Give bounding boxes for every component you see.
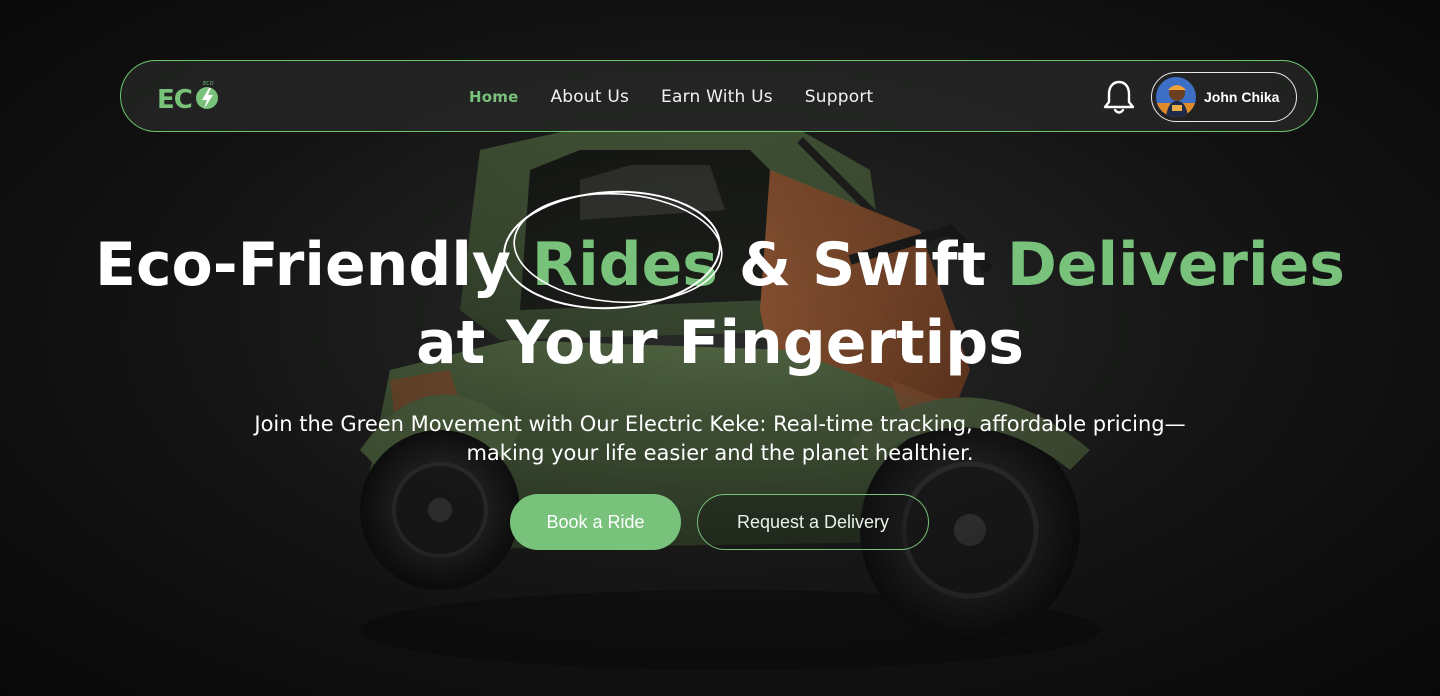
nav-earn-with-us[interactable]: Earn With Us: [661, 87, 773, 107]
user-name: John Chika: [1204, 89, 1280, 105]
user-profile-button[interactable]: John Chika: [1151, 72, 1297, 122]
hero-title-circled-word: Rides: [502, 190, 723, 310]
nav-links: Home About Us Earn With Us Support: [469, 61, 873, 133]
hero-title-highlight-rides: Rides: [531, 230, 719, 300]
book-a-ride-button[interactable]: Book a Ride: [510, 494, 681, 550]
nav-home[interactable]: Home: [469, 88, 518, 106]
request-a-delivery-button[interactable]: Request a Delivery: [697, 494, 929, 550]
cta-buttons: Book a Ride Request a Delivery: [510, 494, 929, 550]
landing-page: EC ECO Home About Us Earn With Us Suppor…: [0, 0, 1440, 696]
avatar-image: [1156, 77, 1196, 117]
bell-icon[interactable]: [1101, 78, 1137, 116]
nav-about-us[interactable]: About Us: [550, 87, 629, 107]
top-navbar: EC ECO Home About Us Earn With Us Suppor…: [120, 60, 1318, 132]
hero-title-line2: at Your Fingertips: [416, 308, 1024, 378]
hero-title-part2: & Swift: [718, 230, 1007, 300]
hero-title-part1: Eco-Friendly: [94, 230, 532, 300]
svg-text:EC: EC: [157, 85, 192, 115]
eco-logo[interactable]: EC ECO: [155, 77, 225, 117]
avatar: [1156, 77, 1196, 117]
hero-title-highlight-deliveries: Deliveries: [1007, 230, 1345, 300]
electric-keke-image: [360, 130, 1100, 670]
nav-support[interactable]: Support: [805, 87, 874, 107]
hero-subtitle-line2: making your life easier and the planet h…: [466, 441, 974, 465]
hero-subtitle-line1: Join the Green Movement with Our Electri…: [254, 412, 1186, 436]
hero-subtitle: Join the Green Movement with Our Electri…: [140, 410, 1300, 468]
hero-title: Eco-Friendly Rides & Swift Deliveries at…: [0, 190, 1440, 382]
svg-text:ECO: ECO: [203, 81, 214, 87]
